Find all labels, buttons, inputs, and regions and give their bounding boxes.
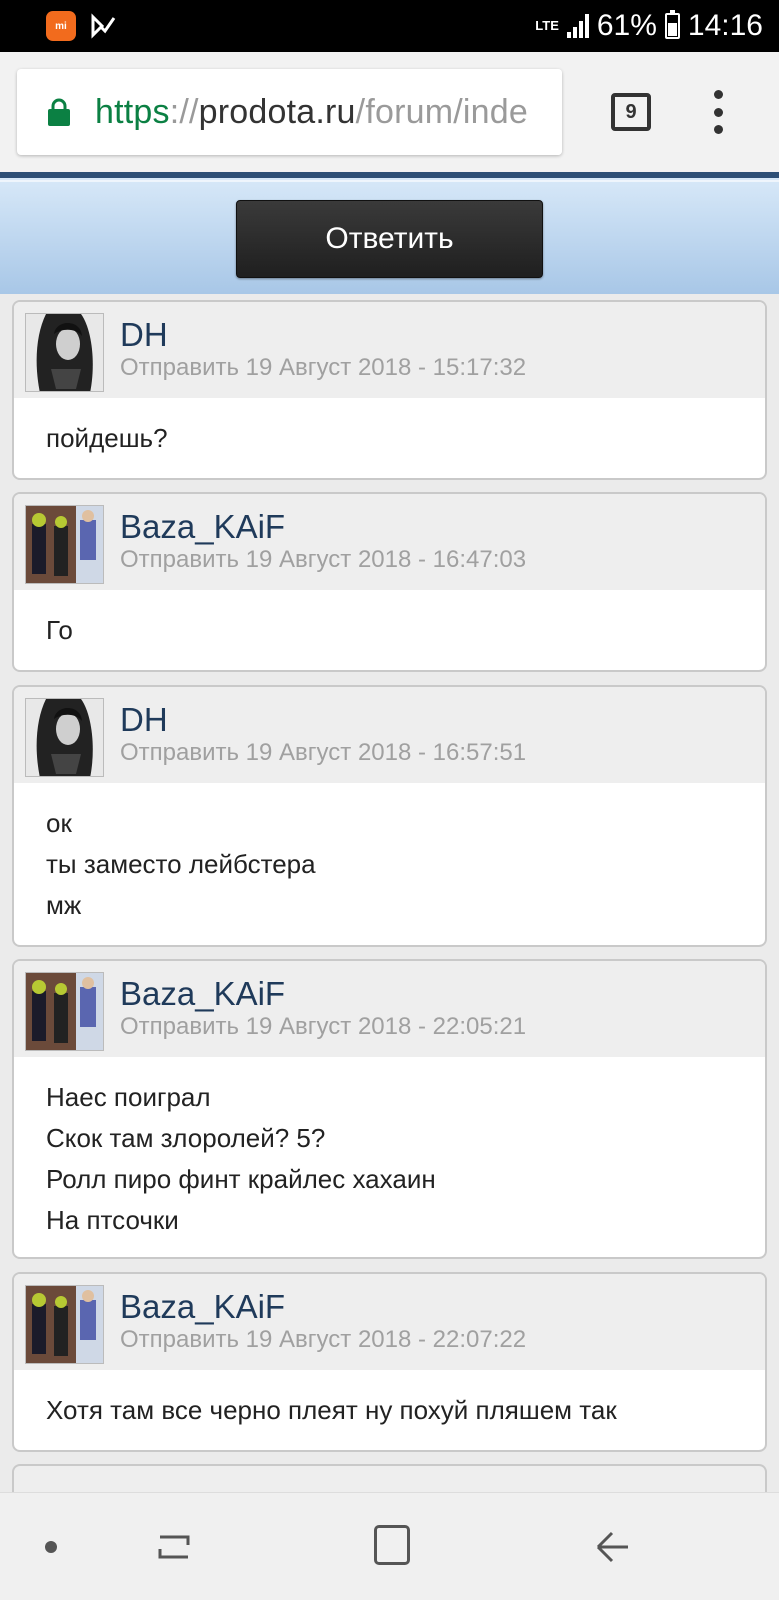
- post-text-line: Скок там злоролей? 5?: [46, 1123, 326, 1153]
- post-body: Хотя там все черно плеят ну похуй пляшем…: [14, 1370, 765, 1431]
- post-list: DH Отправить 19 Август 2018 - 15:17:32 п…: [0, 294, 779, 1492]
- post-date: Отправить 19 Август 2018 - 22:05:21: [120, 1013, 527, 1040]
- post-text-line: Хотя там все черно плеят ну похуй пляшем…: [46, 1395, 617, 1425]
- post-text-line: На птсочки: [46, 1205, 179, 1235]
- post-date: Отправить 19 Август 2018 - 16:57:51: [120, 739, 527, 766]
- post-author[interactable]: Baza_KAiF: [120, 1288, 285, 1326]
- post-date: Отправить 19 Август 2018 - 15:17:32: [120, 354, 527, 381]
- network-type-label: LTE: [535, 18, 559, 33]
- signal-icon: [566, 14, 589, 38]
- post-author[interactable]: DH: [120, 316, 168, 354]
- avatar-dh[interactable]: [25, 313, 104, 392]
- address-bar[interactable]: https://prodota.ru/forum/inde: [17, 69, 562, 155]
- url-text: https://prodota.ru/forum/inde: [95, 92, 528, 131]
- post-text-line: Го: [46, 615, 73, 645]
- post-author[interactable]: Baza_KAiF: [120, 508, 285, 546]
- home-icon[interactable]: [374, 1525, 410, 1565]
- system-navigation-bar: [0, 1492, 779, 1600]
- post-body: ок ты заместо лейбстера мж: [14, 783, 765, 926]
- avatar-baza-kaif[interactable]: [25, 972, 104, 1051]
- reply-button[interactable]: Ответить: [236, 200, 543, 278]
- lock-icon: [48, 98, 70, 126]
- post: Baza_KAiF Отправить 19 Август 2018 - 22:…: [12, 959, 767, 1259]
- next-post-partial: [12, 1464, 767, 1492]
- tab-switcher-button[interactable]: 9: [611, 93, 651, 131]
- post-text-line: мж: [46, 890, 82, 920]
- post-date: Отправить 19 Август 2018 - 16:47:03: [120, 546, 527, 573]
- post-text-line: Ролл пиро финт крайлес хахаин: [46, 1164, 436, 1194]
- clock: 14:16: [687, 9, 763, 42]
- status-bar: mi LTE 61% 14:16: [0, 0, 779, 52]
- reply-header: Ответить: [0, 172, 779, 294]
- mi-app-icon: mi: [46, 11, 76, 41]
- post-date: Отправить 19 Август 2018 - 22:07:22: [120, 1326, 527, 1353]
- post: DH Отправить 19 Август 2018 - 16:57:51 о…: [12, 685, 767, 947]
- post: Baza_KAiF Отправить 19 Август 2018 - 22:…: [12, 1272, 767, 1452]
- post-author[interactable]: DH: [120, 701, 168, 739]
- post-body: Наес поиграл Скок там злоролей? 5? Ролл …: [14, 1057, 765, 1241]
- post-text-line: ты заместо лейбстера: [46, 849, 316, 879]
- post-text-line: пойдешь?: [46, 423, 168, 453]
- browser-toolbar: https://prodota.ru/forum/inde 9: [0, 52, 779, 172]
- nav-indicator-icon[interactable]: [45, 1541, 57, 1553]
- battery-percent: 61%: [596, 9, 657, 42]
- post: Baza_KAiF Отправить 19 Август 2018 - 16:…: [12, 492, 767, 672]
- post-text-line: Наес поиграл: [46, 1082, 211, 1112]
- avatar-baza-kaif[interactable]: [25, 1285, 104, 1364]
- check-notification-icon: [91, 13, 116, 39]
- post: DH Отправить 19 Август 2018 - 15:17:32 п…: [12, 300, 767, 480]
- avatar-dh[interactable]: [25, 698, 104, 777]
- post-author[interactable]: Baza_KAiF: [120, 975, 285, 1013]
- back-icon[interactable]: [594, 1527, 630, 1567]
- battery-icon: [664, 10, 680, 39]
- avatar-baza-kaif[interactable]: [25, 505, 104, 584]
- overflow-menu-icon[interactable]: [706, 90, 730, 134]
- post-text-line: ок: [46, 808, 72, 838]
- recent-apps-icon[interactable]: [154, 1527, 194, 1567]
- post-body: пойдешь?: [14, 398, 765, 459]
- post-body: Го: [14, 590, 765, 651]
